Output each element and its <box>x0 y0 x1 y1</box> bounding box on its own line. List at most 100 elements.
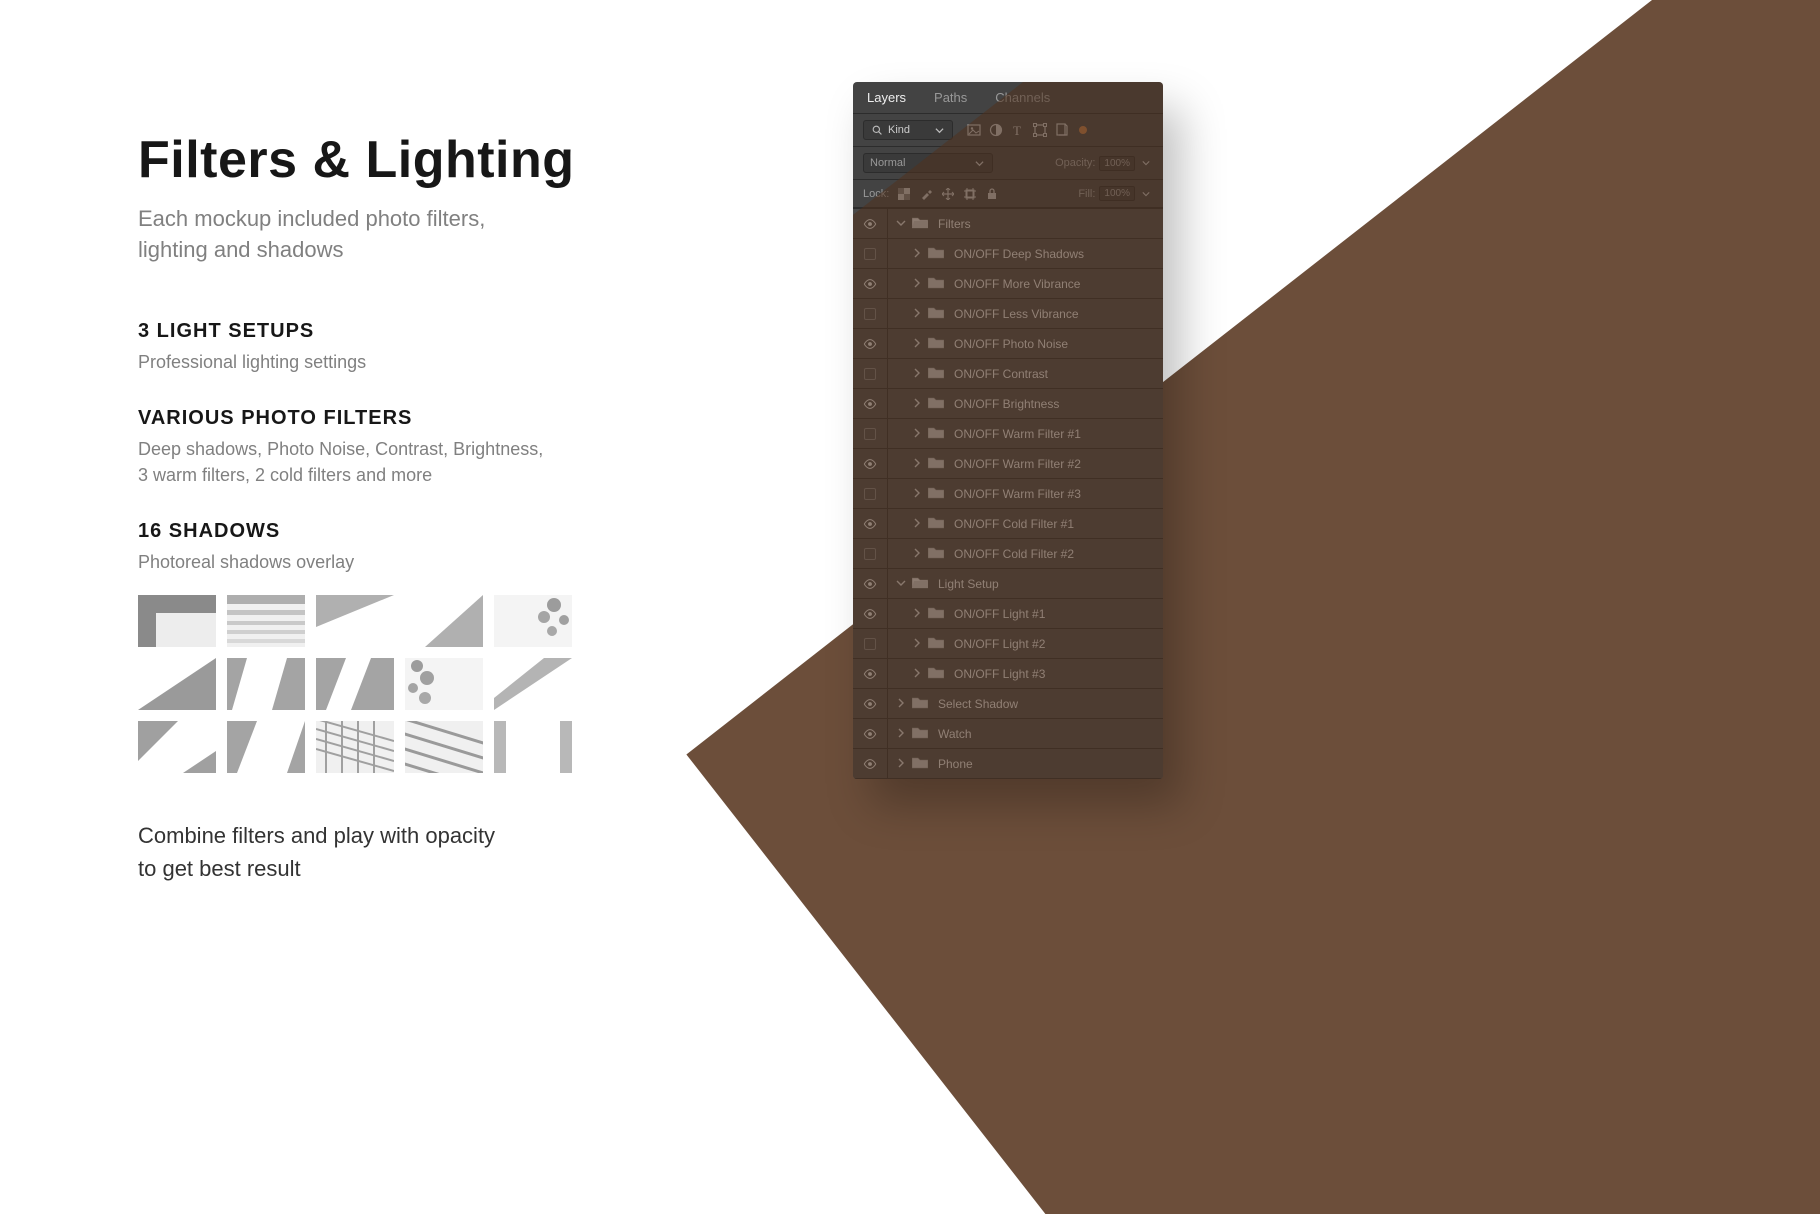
visibility-toggle[interactable] <box>853 269 888 298</box>
chevron-down-icon[interactable] <box>896 577 906 591</box>
shadow-thumb <box>227 658 305 710</box>
section-heading: VARIOUS PHOTO FILTERS <box>138 407 778 430</box>
section-light-setups: 3 LIGHT SETUPS Professional lighting set… <box>138 320 778 375</box>
layer-row[interactable]: ON/OFF Light #2 <box>853 629 1163 659</box>
chevron-right-icon[interactable] <box>912 397 922 411</box>
layer-body: ON/OFF Light #2 <box>888 636 1163 652</box>
layer-row[interactable]: Light Setup <box>853 569 1163 599</box>
folder-icon <box>928 666 944 682</box>
lock-transparency-icon[interactable] <box>897 187 911 201</box>
layer-row[interactable]: ON/OFF Cold Filter #2 <box>853 539 1163 569</box>
layer-name: ON/OFF Deep Shadows <box>954 247 1084 261</box>
headline: Filters & Lighting <box>138 130 778 190</box>
chevron-right-icon[interactable] <box>896 757 906 771</box>
visibility-toggle[interactable] <box>853 479 888 508</box>
visibility-toggle[interactable] <box>853 599 888 628</box>
layers-panel[interactable]: Layers Paths Channels Kind T Normal Opac… <box>853 82 1163 779</box>
layer-row[interactable]: Filters <box>853 209 1163 239</box>
chevron-right-icon[interactable] <box>912 487 922 501</box>
blend-mode-dropdown[interactable]: Normal <box>863 153 993 173</box>
layer-row[interactable]: ON/OFF Less Vibrance <box>853 299 1163 329</box>
layer-row[interactable]: ON/OFF Light #1 <box>853 599 1163 629</box>
layer-row[interactable]: ON/OFF Light #3 <box>853 659 1163 689</box>
chevron-right-icon[interactable] <box>912 667 922 681</box>
chevron-right-icon[interactable] <box>896 697 906 711</box>
text-icon[interactable]: T <box>1011 123 1025 137</box>
fill-control[interactable]: Fill: 100% <box>1078 186 1153 201</box>
tab-channels[interactable]: Channels <box>981 82 1064 113</box>
chevron-right-icon[interactable] <box>912 607 922 621</box>
layer-row[interactable]: ON/OFF Warm Filter #2 <box>853 449 1163 479</box>
layers-list: Filters ON/OFF Deep Shadows ON/OFF More Vi… <box>853 208 1163 779</box>
chevron-right-icon[interactable] <box>912 547 922 561</box>
layer-row[interactable]: Phone <box>853 749 1163 779</box>
tab-layers[interactable]: Layers <box>853 82 920 113</box>
shadow-thumb <box>316 658 394 710</box>
layer-row[interactable]: ON/OFF Brightness <box>853 389 1163 419</box>
visibility-toggle[interactable] <box>853 389 888 418</box>
chevron-right-icon[interactable] <box>896 727 906 741</box>
layer-row[interactable]: Watch <box>853 719 1163 749</box>
lock-paint-icon[interactable] <box>919 187 933 201</box>
artboard-icon[interactable] <box>963 187 977 201</box>
shape-icon[interactable] <box>1033 123 1047 137</box>
visibility-toggle[interactable] <box>853 509 888 538</box>
layer-body: ON/OFF Photo Noise <box>888 336 1163 352</box>
layer-row[interactable]: ON/OFF More Vibrance <box>853 269 1163 299</box>
chevron-right-icon[interactable] <box>912 367 922 381</box>
visibility-toggle[interactable] <box>853 299 888 328</box>
visibility-toggle[interactable] <box>853 329 888 358</box>
layer-row[interactable]: ON/OFF Photo Noise <box>853 329 1163 359</box>
visibility-empty-icon <box>864 488 876 500</box>
lock-all-icon[interactable] <box>985 187 999 201</box>
chevron-right-icon[interactable] <box>912 247 922 261</box>
visibility-toggle[interactable] <box>853 449 888 478</box>
layer-row[interactable]: ON/OFF Warm Filter #1 <box>853 419 1163 449</box>
smartobject-icon[interactable] <box>1055 123 1069 137</box>
folder-icon <box>928 426 944 442</box>
layer-row[interactable]: Select Shadow <box>853 689 1163 719</box>
visibility-toggle[interactable] <box>853 749 888 778</box>
image-icon[interactable] <box>967 123 981 137</box>
visibility-toggle[interactable] <box>853 569 888 598</box>
chevron-right-icon[interactable] <box>912 337 922 351</box>
shadow-thumb <box>405 721 483 773</box>
folder-icon <box>928 636 944 652</box>
visibility-toggle[interactable] <box>853 659 888 688</box>
visibility-toggle[interactable] <box>853 629 888 658</box>
shadow-thumb <box>138 658 216 710</box>
layer-body: ON/OFF Warm Filter #3 <box>888 486 1163 502</box>
layer-name: ON/OFF Cold Filter #2 <box>954 547 1074 561</box>
shadow-thumb <box>316 595 394 647</box>
layer-name: ON/OFF Warm Filter #1 <box>954 427 1081 441</box>
layer-body: ON/OFF Brightness <box>888 396 1163 412</box>
tab-paths[interactable]: Paths <box>920 82 981 113</box>
chevron-right-icon[interactable] <box>912 307 922 321</box>
chevron-right-icon[interactable] <box>912 277 922 291</box>
adjustment-icon[interactable] <box>989 123 1003 137</box>
layer-row[interactable]: ON/OFF Warm Filter #3 <box>853 479 1163 509</box>
visibility-toggle[interactable] <box>853 359 888 388</box>
layer-body: ON/OFF Light #1 <box>888 606 1163 622</box>
layer-row[interactable]: ON/OFF Contrast <box>853 359 1163 389</box>
kind-dropdown[interactable]: Kind <box>863 120 953 140</box>
visibility-toggle[interactable] <box>853 419 888 448</box>
visibility-toggle[interactable] <box>853 689 888 718</box>
visibility-toggle[interactable] <box>853 539 888 568</box>
opacity-control[interactable]: Opacity: 100% <box>1055 156 1153 171</box>
chevron-right-icon[interactable] <box>912 637 922 651</box>
visibility-empty-icon <box>864 368 876 380</box>
layer-row[interactable]: ON/OFF Deep Shadows <box>853 239 1163 269</box>
lock-fill-row: Lock: Fill: 100% <box>853 180 1163 208</box>
chevron-down-icon[interactable] <box>896 217 906 231</box>
layer-name: ON/OFF Contrast <box>954 367 1048 381</box>
visibility-toggle[interactable] <box>853 719 888 748</box>
visibility-toggle[interactable] <box>853 209 888 238</box>
layer-row[interactable]: ON/OFF Cold Filter #1 <box>853 509 1163 539</box>
lock-position-icon[interactable] <box>941 187 955 201</box>
chevron-right-icon[interactable] <box>912 427 922 441</box>
shadow-thumbnails <box>138 595 778 773</box>
chevron-right-icon[interactable] <box>912 517 922 531</box>
visibility-toggle[interactable] <box>853 239 888 268</box>
chevron-right-icon[interactable] <box>912 457 922 471</box>
